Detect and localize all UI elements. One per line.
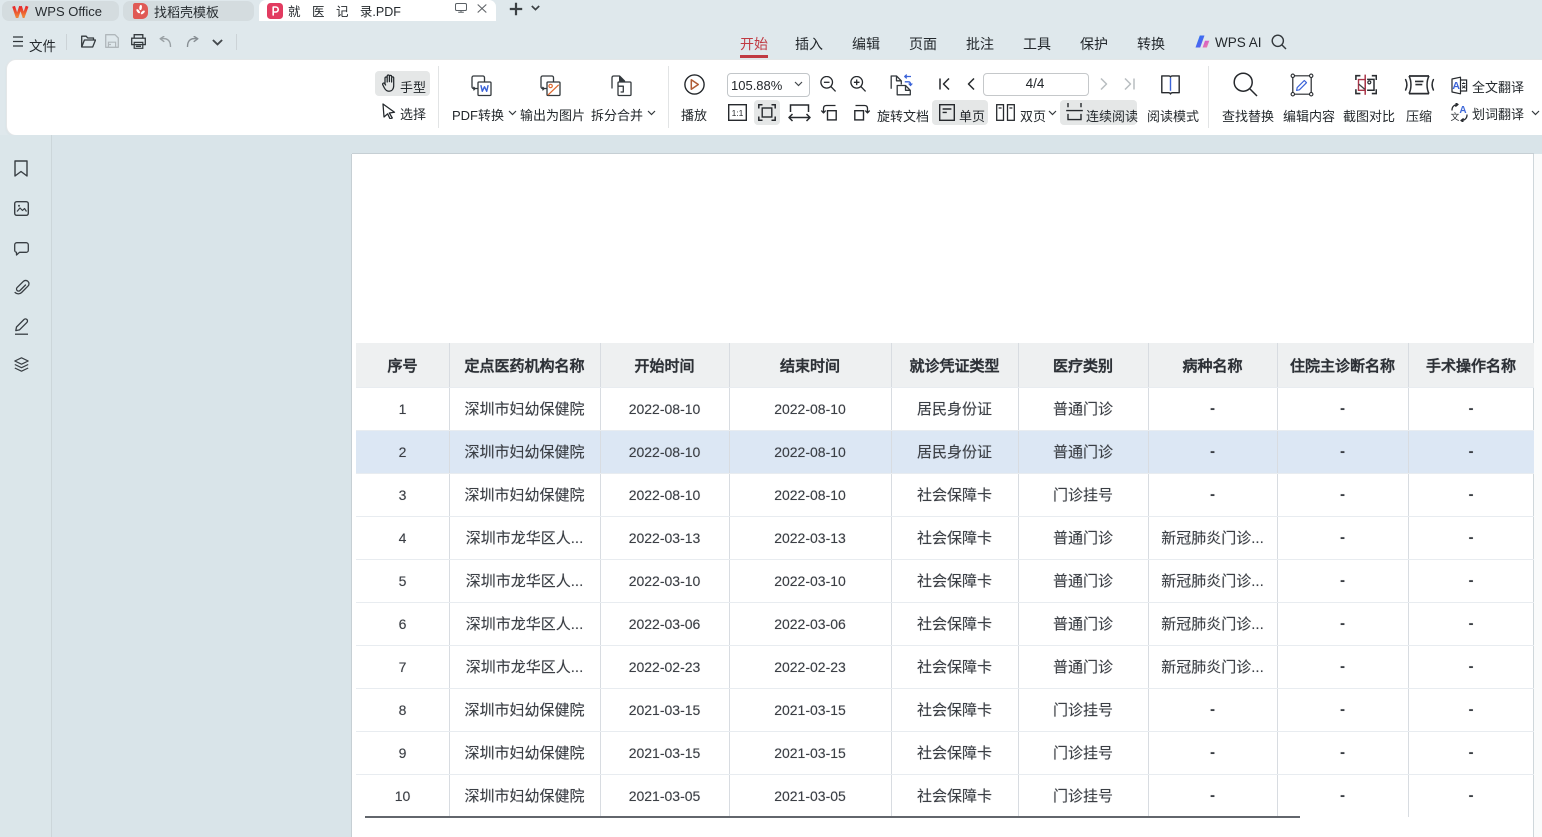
svg-text:1:1: 1:1 (732, 108, 744, 118)
svg-text:A: A (1459, 105, 1466, 116)
svg-text:文: 文 (1450, 111, 1459, 122)
svg-text:A: A (1452, 80, 1460, 92)
